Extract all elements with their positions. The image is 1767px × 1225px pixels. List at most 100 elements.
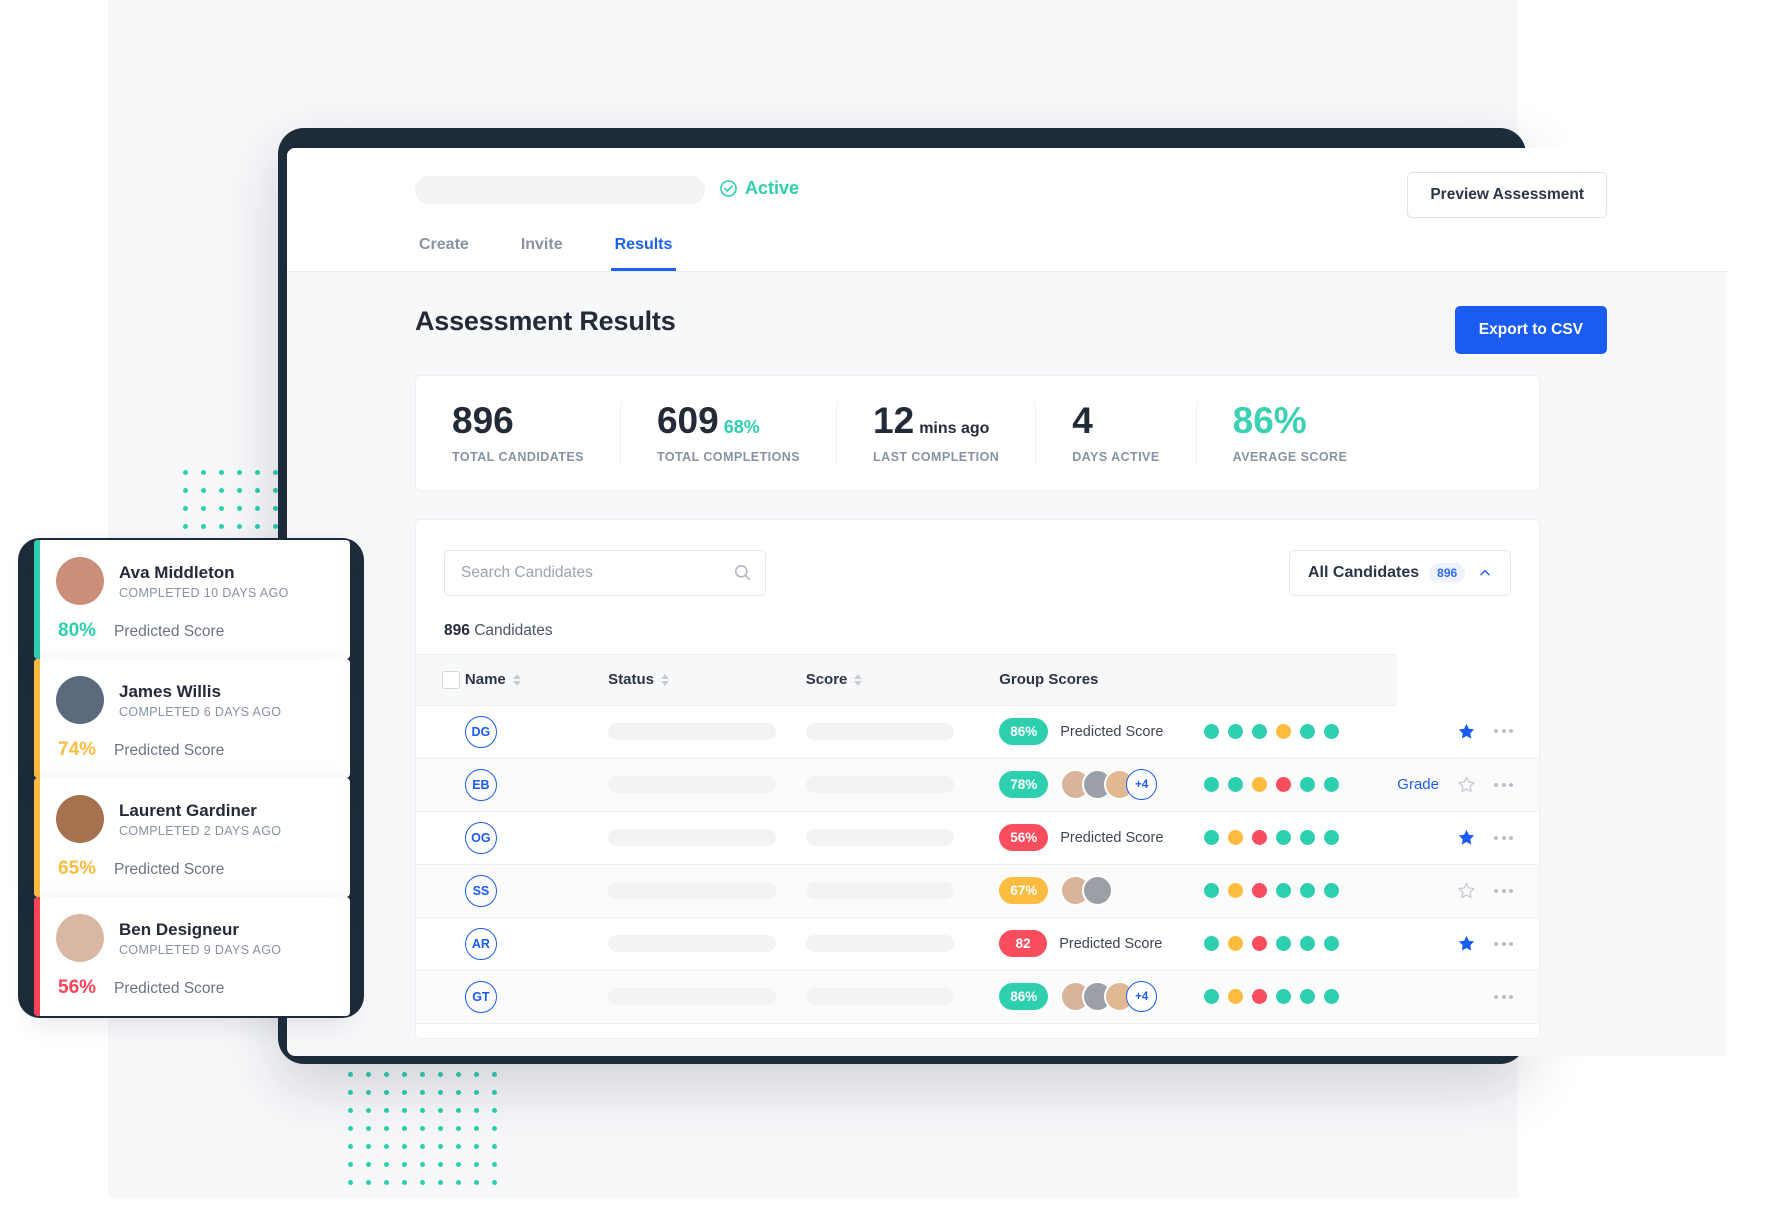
score-cell: 56% Predicted Score xyxy=(999,811,1204,864)
row-more-menu-icon[interactable] xyxy=(1494,888,1513,893)
row-more-menu-icon[interactable] xyxy=(1494,941,1513,946)
candidate-card[interactable]: Ava Middleton COMPLETED 10 DAYS AGO 80% Pre… xyxy=(34,540,350,659)
header-name[interactable]: Name xyxy=(464,653,609,706)
row-more-menu-icon[interactable] xyxy=(1494,994,1513,999)
score-cell: 67% xyxy=(999,864,1204,917)
name-placeholder-cell xyxy=(608,811,806,864)
filter-label-group: All Candidates 896 xyxy=(1308,562,1466,583)
candidate-name: Laurent Gardiner xyxy=(119,800,257,820)
score-badge: 86% xyxy=(999,983,1049,1011)
score-badge: 67% xyxy=(999,877,1049,905)
candidate-score-label: Predicted Score xyxy=(114,742,225,759)
candidate-count-word: Candidates xyxy=(474,621,553,639)
header-status[interactable]: Status xyxy=(608,653,806,706)
tab-invite[interactable]: Invite xyxy=(517,226,567,271)
table-body: DG 86% Predicted Score EB 78% +4 Grade OG 56% Pre… xyxy=(416,705,1539,1024)
predicted-score-label: Predicted Score xyxy=(1059,935,1163,952)
group-score-dot xyxy=(1251,936,1267,952)
header-status-label: Status xyxy=(608,671,655,689)
stat-value: 4 xyxy=(1072,400,1093,441)
table-row[interactable]: DG 86% Predicted Score xyxy=(416,705,1539,759)
search-icon xyxy=(734,564,751,581)
table-row[interactable]: AR 82 Predicted Score xyxy=(416,917,1539,971)
status-cell xyxy=(805,970,1000,1023)
sort-icon[interactable] xyxy=(854,673,863,686)
status-cell xyxy=(805,917,1000,970)
candidate-card[interactable]: James Willis COMPLETED 6 DAYS AGO 74% Predi… xyxy=(34,659,350,778)
table-row[interactable]: OG 56% Predicted Score xyxy=(416,811,1539,865)
candidate-photo xyxy=(56,795,104,843)
group-score-dot xyxy=(1227,830,1243,846)
grader-avatars[interactable] xyxy=(1060,875,1114,907)
stat-unit: mins ago xyxy=(919,420,990,437)
star-filled-icon[interactable] xyxy=(1457,828,1476,847)
candidate-filter-dropdown[interactable]: All Candidates 896 xyxy=(1289,549,1511,596)
group-score-dot xyxy=(1299,777,1315,793)
group-score-dot xyxy=(1275,724,1291,740)
name-placeholder-cell xyxy=(608,864,806,917)
candidate-photo xyxy=(56,914,104,962)
stat-label: LAST COMPLETION xyxy=(873,449,1000,464)
group-score-dot xyxy=(1227,936,1243,952)
preview-assessment-button[interactable]: Preview Assessment xyxy=(1407,172,1607,218)
group-score-dot xyxy=(1299,936,1315,952)
row-more-menu-icon[interactable] xyxy=(1494,782,1513,787)
select-all-checkbox[interactable] xyxy=(442,670,460,689)
predicted-score-label: Predicted Score xyxy=(1060,723,1164,740)
star-outline-icon[interactable] xyxy=(1457,775,1476,794)
table-row[interactable]: EB 78% +4 Grade xyxy=(416,758,1539,812)
name-cell: GT xyxy=(464,970,608,1023)
header-score-label: Score xyxy=(805,671,848,689)
status-cell xyxy=(805,758,1000,811)
status-placeholder xyxy=(805,935,954,953)
grade-link[interactable]: Grade xyxy=(1397,776,1439,793)
star-filled-icon[interactable] xyxy=(1457,722,1476,741)
header-score[interactable]: Score xyxy=(805,653,1000,706)
name-placeholder xyxy=(608,723,777,741)
grader-avatars[interactable]: +4 xyxy=(1060,981,1158,1013)
group-score-dot xyxy=(1203,883,1219,899)
candidate-card[interactable]: Laurent Gardiner COMPLETED 2 DAYS AGO 65% P… xyxy=(34,778,350,897)
status-placeholder xyxy=(805,988,954,1006)
export-to-csv-button[interactable]: Export to CSV xyxy=(1454,306,1607,354)
group-score-dot xyxy=(1203,936,1219,952)
stat-total-candidates: 896 TOTAL CANDIDATES xyxy=(416,402,621,464)
table-row[interactable]: GT 86% +4 xyxy=(416,970,1539,1024)
candidate-score: 65% xyxy=(58,858,97,879)
group-score-dot xyxy=(1227,724,1243,740)
search-input[interactable] xyxy=(444,549,766,596)
grader-avatars[interactable]: +4 xyxy=(1060,769,1158,801)
group-score-dots xyxy=(1203,883,1397,899)
star-outline-icon[interactable] xyxy=(1457,881,1476,900)
group-score-dot xyxy=(1323,777,1339,793)
table-row[interactable]: SS 67% xyxy=(416,864,1539,918)
check-circle-icon xyxy=(720,180,737,197)
candidate-card[interactable]: Ben Designeur COMPLETED 9 DAYS AGO 56% Pred… xyxy=(34,897,350,1016)
star-filled-icon[interactable] xyxy=(1457,934,1476,953)
group-score-dot xyxy=(1203,830,1219,846)
row-more-menu-icon[interactable] xyxy=(1494,729,1513,734)
group-score-dot xyxy=(1275,989,1291,1005)
name-placeholder-cell xyxy=(608,970,806,1023)
row-actions-cell xyxy=(1397,811,1539,864)
sort-icon[interactable] xyxy=(512,673,521,686)
candidate-photo xyxy=(56,676,104,724)
row-select-cell xyxy=(416,864,465,917)
candidate-score-label: Predicted Score xyxy=(114,861,225,878)
avatar: DG xyxy=(464,715,497,748)
row-more-menu-icon[interactable] xyxy=(1494,835,1513,840)
name-placeholder-cell xyxy=(608,758,806,811)
filter-selected-label: All Candidates xyxy=(1308,563,1420,581)
group-score-dot xyxy=(1251,883,1267,899)
group-scores-cell xyxy=(1203,917,1397,970)
tab-results[interactable]: Results xyxy=(610,226,677,271)
stat-value: 609 68% xyxy=(657,402,800,440)
row-actions-cell xyxy=(1397,705,1539,758)
tab-create[interactable]: Create xyxy=(415,226,473,271)
status-cell xyxy=(805,864,1000,917)
group-score-dots xyxy=(1203,724,1397,740)
group-score-dot xyxy=(1251,724,1267,740)
group-scores-cell xyxy=(1203,864,1397,917)
sort-icon[interactable] xyxy=(661,673,670,686)
candidates-table-card: All Candidates 896 896 Candidates xyxy=(415,518,1540,1039)
